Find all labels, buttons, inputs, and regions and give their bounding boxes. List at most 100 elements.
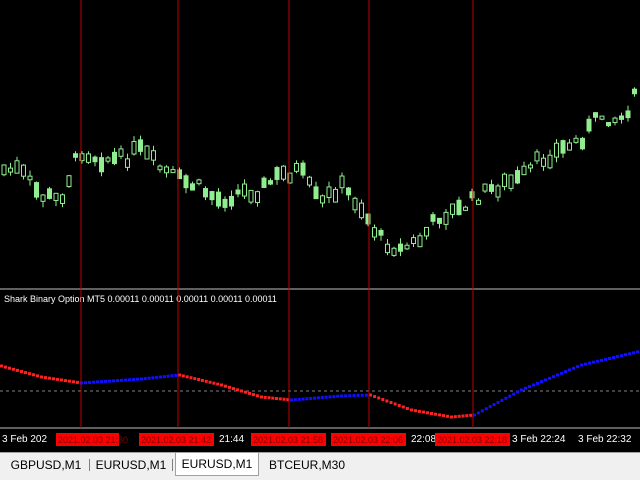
tab-separator [172,459,173,471]
indicator-dot [189,376,193,380]
indicator-dot [309,396,313,400]
candle-body [612,117,618,124]
indicator-dot [136,377,139,381]
indicator-dot [405,407,409,410]
indicator-dot [508,394,512,398]
tab-eurusd-m1-active[interactable]: EURUSD,M1 [175,453,259,476]
indicator-dot [170,374,174,378]
candle-body [170,169,176,174]
tab-eurusd-m1[interactable]: EURUSD,M1 [92,455,170,475]
indicator-dot [193,377,197,381]
candle-body [534,151,540,162]
time-highlight-label: 2021.02.03 21:42 [141,435,211,445]
candle-body [430,214,436,222]
indicator-dot [469,413,473,417]
candle-body [573,137,579,143]
candle-body [580,137,585,150]
indicator-dot [271,396,275,400]
indicator-dot [162,375,166,379]
indicator-dot [236,388,239,392]
indicator-dot [44,376,47,380]
candle-body [209,191,215,201]
candle-body [593,112,598,118]
candle-body [229,195,234,207]
indicator-dot [418,409,421,413]
tab-gbpusd-m1[interactable]: GBPUSD,M1 [6,455,86,475]
indicator-dot [20,370,23,373]
indicator-dot [240,389,243,393]
time-highlight-label: 2021.02.03 21:30 [58,435,128,445]
indicator-dot [197,378,201,382]
indicator-dot [624,353,627,357]
candle-body [567,142,572,151]
candle-body [14,160,20,174]
indicator-dot [260,395,263,399]
candle-body [53,192,59,202]
indicator-dot [52,377,55,381]
indicator-dot [328,395,332,399]
indicator-dot [476,411,480,415]
indicator-dot [60,378,63,382]
tab-btceur-m30[interactable]: BTCEUR,M30 [262,455,352,475]
indicator-dot [430,412,433,415]
indicator-dot [552,375,555,379]
indicator-dot [352,394,356,398]
indicator-dot [278,397,282,401]
indicator-dot [244,390,247,394]
indicator-dot [450,415,453,419]
candle-body [73,153,78,158]
indicator-dot [393,402,397,406]
indicator-dot [560,371,563,375]
time-axis: 3 Feb 202 21:44 22:08 3 Feb 22:24 3 Feb … [2,433,632,446]
indicator-dot [155,375,159,379]
indicator-dot [572,366,575,370]
indicator-dot [422,410,425,414]
candle-body [313,186,319,200]
time-label: 22:08 [411,434,436,445]
indicator-dot [438,413,441,417]
indicator-dot [301,397,305,401]
indicator-dot [576,365,579,369]
indicator-dot [220,383,223,387]
candle-body [359,202,364,219]
candle-body [222,198,228,208]
candle-body [482,183,488,192]
candle-body [372,227,377,238]
indicator-dot [556,373,559,377]
candle-body [554,142,559,158]
indicator-dot [492,403,496,407]
candle-body [502,173,507,188]
indicator-dot [434,412,437,416]
candle-body [183,175,189,189]
indicator-dot [248,391,251,395]
indicator-dot [116,379,119,383]
candle-body [404,244,410,250]
indicator-dot [48,376,51,380]
candle-body [463,206,468,211]
candle-body [437,217,442,224]
candle-body [92,156,98,163]
candle-body [560,140,566,154]
candle-body [144,145,150,160]
candle-body [391,247,397,256]
indicator-dot [516,390,520,394]
indicator-dot [96,380,99,384]
indicator-dot [465,414,469,418]
indicator-dot [68,379,71,383]
indicator-dot [524,386,527,390]
indicator-dot [232,387,235,391]
indicator-label: Shark Binary Option MT5 0.00011 0.00011 … [4,294,277,304]
indicator-dot [290,398,293,402]
candle-body [489,184,494,192]
indicator-dot [461,414,465,418]
indicator-dot [252,393,255,397]
candle-body [21,164,26,177]
candle-body [443,211,449,225]
indicator-dot [544,378,547,382]
candle-body [203,188,208,198]
indicator-dot [410,408,413,412]
candle-body [320,195,325,204]
indicator-dot [151,376,155,380]
price-chart[interactable]: Shark Binary Option MT5 0.00011 0.00011 … [0,0,640,452]
indicator-dot [72,380,75,384]
